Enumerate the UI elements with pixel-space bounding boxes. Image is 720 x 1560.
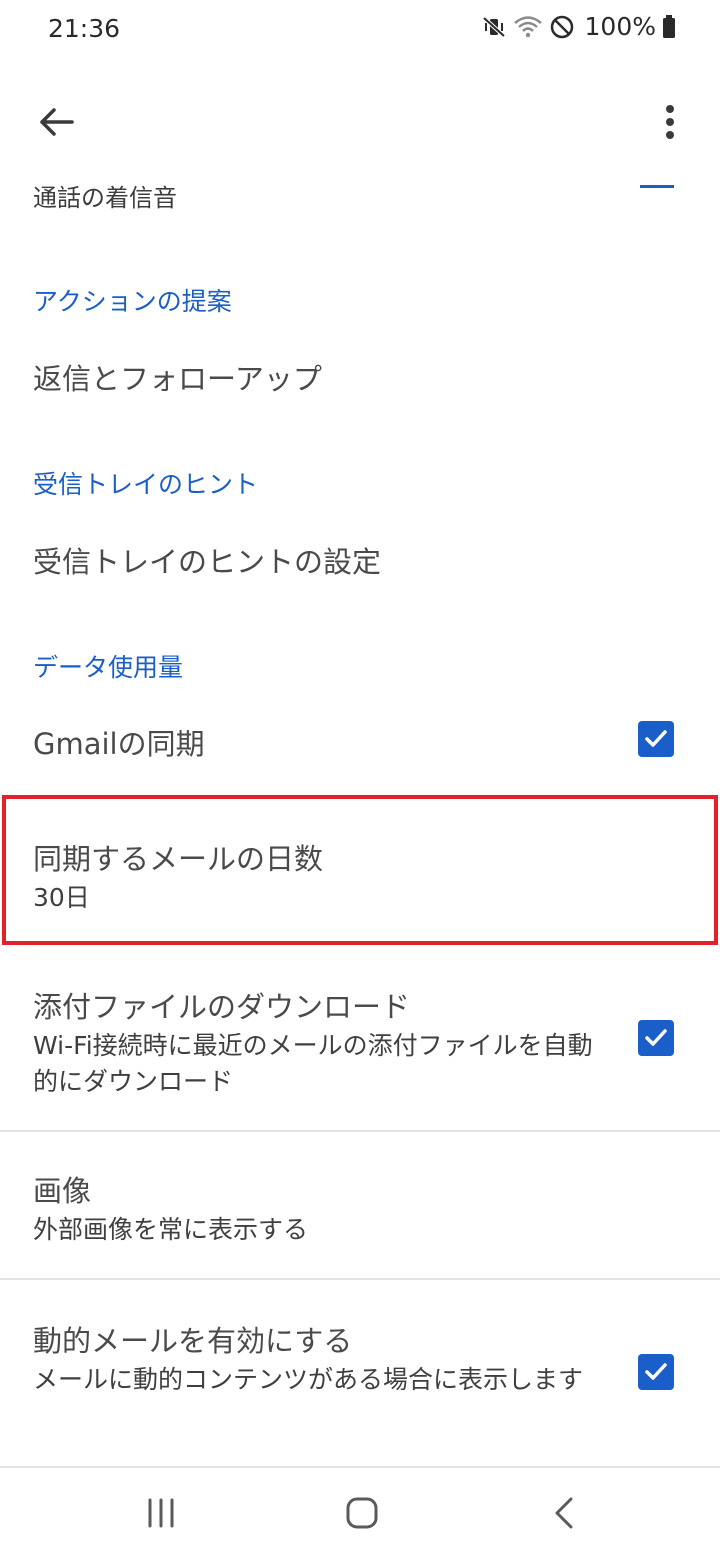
dynamic-email-checkbox[interactable]: [638, 1354, 674, 1390]
setting-title: 画像: [33, 1174, 92, 1208]
setting-title: 返信とフォローアップ: [33, 362, 322, 396]
highlight-box: [2, 795, 718, 945]
gmail-sync-checkbox[interactable]: [638, 721, 674, 757]
back-icon: [549, 1495, 579, 1535]
section-header-actions: アクションの提案: [33, 287, 232, 316]
recent-apps-icon: [144, 1496, 178, 1534]
setting-dynamic-email[interactable]: 動的メールを有効にする メールに動的コンテンツがある場合に表示します: [0, 1280, 720, 1465]
setting-subtitle: Wi-Fi接続時に最近のメールの添付ファイルを自動的にダウンロード: [33, 1031, 593, 1096]
more-options-button[interactable]: [644, 98, 696, 150]
more-vert-icon: [664, 104, 676, 144]
setting-reply-followup[interactable]: 返信とフォローアップ: [0, 330, 720, 430]
nav-back-button[interactable]: [534, 1492, 594, 1538]
back-button[interactable]: [30, 98, 82, 150]
vibrate-icon: [481, 14, 507, 40]
home-icon: [344, 1495, 380, 1535]
accent-divider: [640, 185, 674, 188]
setting-title: 添付ファイルのダウンロード: [33, 990, 411, 1024]
do-not-disturb-icon: [549, 14, 575, 40]
setting-title: Gmailの同期: [33, 727, 205, 761]
recent-apps-button[interactable]: [131, 1492, 191, 1538]
settings-list: 通話の着信音 アクションの提案 返信とフォローアップ 受信トレイのヒント 受信ト…: [0, 170, 720, 1465]
app-bar: [0, 62, 720, 182]
system-nav-bar: [0, 1466, 720, 1560]
battery-percent: 100%: [584, 12, 656, 41]
checkmark-icon: [645, 1029, 667, 1046]
status-time: 21:36: [48, 14, 121, 43]
attachment-download-checkbox[interactable]: [638, 1020, 674, 1056]
setting-title: 動的メールを有効にする: [33, 1324, 353, 1358]
setting-title: 受信トレイのヒントの設定: [33, 545, 382, 579]
setting-subtitle: 外部画像を常に表示する: [33, 1215, 309, 1244]
status-bar: 21:36 100%: [0, 0, 720, 62]
setting-gmail-sync[interactable]: Gmailの同期: [0, 695, 720, 790]
status-icons: 100%: [481, 12, 676, 41]
setting-subtitle: メールに動的コンテンツがある場合に表示します: [33, 1365, 584, 1394]
section-header-inbox-tips: 受信トレイのヒント: [33, 470, 259, 499]
setting-inbox-tips[interactable]: 受信トレイのヒントの設定: [0, 515, 720, 615]
setting-attachment-download[interactable]: 添付ファイルのダウンロード Wi-Fi接続時に最近のメールの添付ファイルを自動的…: [0, 960, 720, 1130]
setting-images[interactable]: 画像 外部画像を常に表示する: [0, 1132, 720, 1278]
setting-call-ringtone[interactable]: 通話の着信音: [0, 170, 720, 230]
wifi-icon: [513, 14, 543, 40]
section-header-data-usage: データ使用量: [33, 653, 184, 682]
back-arrow-icon: [36, 102, 76, 146]
checkmark-icon: [645, 1363, 667, 1380]
checkmark-icon: [645, 730, 667, 747]
setting-title: 通話の着信音: [33, 184, 177, 212]
battery-icon: [662, 14, 676, 40]
home-button[interactable]: [332, 1492, 392, 1538]
